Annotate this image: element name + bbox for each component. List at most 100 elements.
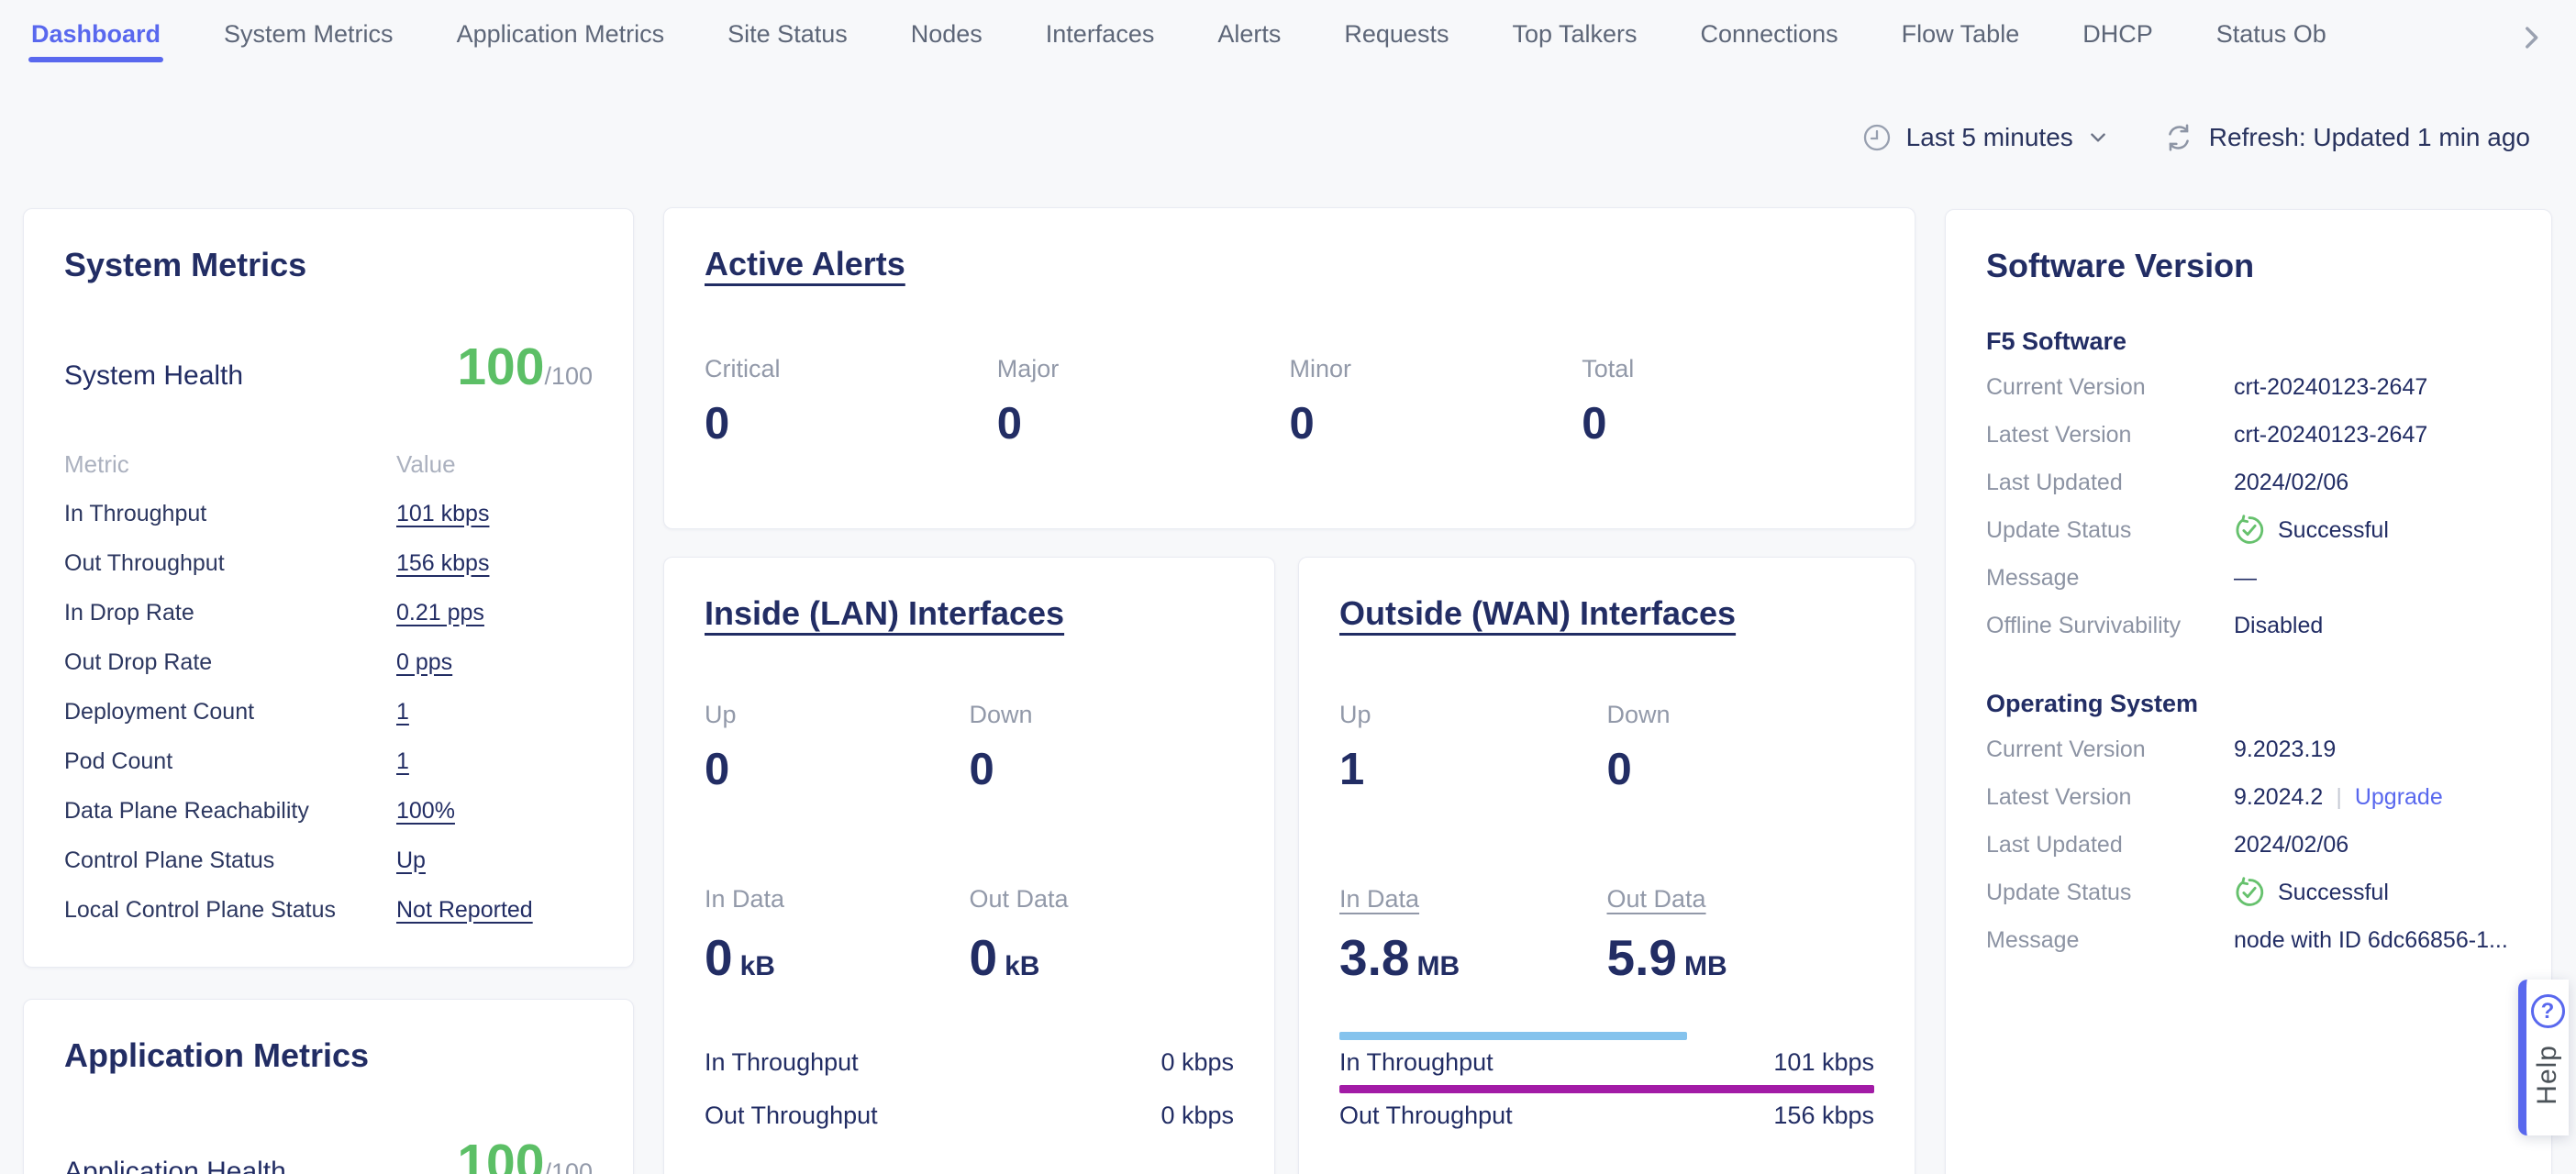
upgrade-link[interactable]: Upgrade: [2355, 784, 2443, 811]
tab-system-metrics[interactable]: System Metrics: [224, 18, 394, 50]
row-label: Current Version: [1986, 374, 2234, 401]
table-row: Local Control Plane Status Not Reported: [64, 885, 593, 935]
nav-scroll-right-button[interactable]: [2515, 22, 2547, 53]
tab-dashboard[interactable]: Dashboard: [31, 18, 161, 50]
lan-out-data-stat: Out Data 0kB: [970, 885, 1235, 986]
tab-alerts[interactable]: Alerts: [1217, 18, 1281, 50]
top-nav: Dashboard System Metrics Application Met…: [0, 0, 2576, 61]
out-throughput-bar-track: [1339, 1085, 1874, 1093]
metric-value-link[interactable]: 0.21 pps: [396, 600, 593, 626]
in-data-link[interactable]: In Data: [1339, 885, 1419, 913]
alert-stat-major: Major 0: [997, 355, 1290, 449]
stat-value: 0: [705, 746, 970, 795]
row-label: Update Status: [1986, 517, 2234, 544]
stat-value: 3.8MB: [1339, 930, 1607, 986]
tab-interfaces[interactable]: Interfaces: [1046, 18, 1155, 50]
table-row: Out Drop Rate 0 pps: [64, 637, 593, 687]
in-throughput-bar-track: [1339, 1032, 1874, 1040]
stat-value: 0kB: [705, 930, 970, 986]
active-alerts-title-link[interactable]: Active Alerts: [705, 243, 905, 285]
sw-row-latest-version: Latest Version crt-20240123-2647: [1986, 411, 2511, 459]
table-row: Deployment Count 1: [64, 687, 593, 737]
time-range-value: Last 5 minutes: [1906, 123, 2073, 152]
tab-requests[interactable]: Requests: [1344, 18, 1449, 50]
stat-label: Critical: [705, 355, 997, 383]
system-health-suffix: /100: [544, 362, 593, 390]
tab-site-status[interactable]: Site Status: [727, 18, 848, 50]
sw-row-message: Message —: [1986, 554, 2511, 602]
metric-label: Local Control Plane Status: [64, 897, 396, 924]
metric-label: Pod Count: [64, 748, 396, 775]
application-health-score: 100/100: [457, 1137, 593, 1174]
metric-value-link[interactable]: 0 pps: [396, 649, 593, 676]
lan-out-throughput-row: Out Throughput 0 kbps: [705, 1085, 1234, 1130]
row-label: Message: [1986, 927, 2234, 954]
tab-application-metrics[interactable]: Application Metrics: [457, 18, 665, 50]
data-number: 5.9: [1607, 929, 1677, 986]
metric-value-link[interactable]: 156 kbps: [396, 550, 593, 577]
refresh-icon: [2163, 122, 2194, 153]
alert-stats-row: Critical 0 Major 0 Minor 0 Total 0: [705, 355, 1874, 449]
system-health-score: 100/100: [457, 341, 593, 393]
success-refresh-icon: [2234, 877, 2265, 908]
help-tab[interactable]: ? Help: [2518, 980, 2569, 1135]
metric-label: In Drop Rate: [64, 600, 396, 626]
out-data-link[interactable]: Out Data: [1607, 885, 1706, 913]
throughput-value: 156 kbps: [1773, 1102, 1874, 1130]
row-value: node with ID 6dc66856-1...: [2234, 927, 2511, 954]
row-label: Last Updated: [1986, 832, 2234, 858]
table-row: In Drop Rate 0.21 pps: [64, 588, 593, 637]
success-refresh-icon: [2234, 515, 2265, 546]
tab-connections[interactable]: Connections: [1701, 18, 1838, 50]
refresh-status-text: Refresh: Updated 1 min ago: [2209, 123, 2530, 152]
metric-value-link[interactable]: 100%: [396, 798, 593, 825]
data-number: 3.8: [1339, 929, 1409, 986]
stat-value: 0: [1607, 746, 1875, 795]
stat-value: 0: [1290, 400, 1582, 449]
wan-in-throughput-row: In Throughput 101 kbps: [1339, 1032, 1874, 1077]
row-value: crt-20240123-2647: [2234, 374, 2511, 401]
wan-out-data-stat: Out Data 5.9MB: [1607, 885, 1875, 986]
chevron-right-icon: [2515, 22, 2547, 53]
stat-label: Minor: [1290, 355, 1582, 383]
tab-dhcp[interactable]: DHCP: [2082, 18, 2153, 50]
wan-interfaces-title-link[interactable]: Outside (WAN) Interfaces: [1339, 593, 1736, 635]
tab-flow-table[interactable]: Flow Table: [1902, 18, 2020, 50]
status-text: Successful: [2278, 880, 2389, 906]
metric-value-link[interactable]: 1: [396, 748, 593, 775]
row-label: Last Updated: [1986, 470, 2234, 496]
refresh-button[interactable]: Refresh: Updated 1 min ago: [2163, 122, 2530, 153]
tab-status-objects[interactable]: Status Ob: [2216, 18, 2326, 50]
application-health-label: Application Health: [64, 1157, 286, 1174]
metric-value-link[interactable]: Not Reported: [396, 897, 593, 924]
data-unit: MB: [1416, 951, 1460, 981]
metric-value-link[interactable]: 1: [396, 699, 593, 725]
row-value: 9.2024.2: [2234, 784, 2323, 811]
alert-stat-total: Total 0: [1582, 355, 1874, 449]
application-health-row: Application Health 100/100: [64, 1137, 593, 1174]
alert-stat-minor: Minor 0: [1290, 355, 1582, 449]
application-health-suffix: /100: [544, 1158, 593, 1174]
wan-out-throughput-row: Out Throughput 156 kbps: [1339, 1085, 1874, 1130]
throughput-value: 101 kbps: [1773, 1048, 1874, 1077]
metric-label: Out Throughput: [64, 550, 396, 577]
row-label: Offline Survivability: [1986, 613, 2234, 639]
table-row: In Throughput 101 kbps: [64, 489, 593, 538]
metric-label: Control Plane Status: [64, 847, 396, 874]
system-health-label: System Health: [64, 360, 243, 392]
metric-value-link[interactable]: Up: [396, 847, 593, 874]
data-number: 0: [970, 929, 998, 986]
tab-nodes[interactable]: Nodes: [911, 18, 983, 50]
metric-value-link[interactable]: 101 kbps: [396, 501, 593, 527]
lan-interfaces-title-link[interactable]: Inside (LAN) Interfaces: [705, 593, 1064, 635]
data-number: 0: [705, 929, 733, 986]
system-metrics-table: Metric Value In Throughput 101 kbps Out …: [64, 439, 593, 935]
f5-software-heading: F5 Software: [1986, 327, 2511, 356]
data-unit: kB: [1005, 951, 1039, 981]
stat-label: Up: [705, 701, 970, 729]
time-range-select[interactable]: Last 5 minutes: [1862, 123, 2108, 152]
value-column-header: Value: [396, 450, 593, 479]
tab-top-talkers[interactable]: Top Talkers: [1512, 18, 1637, 50]
application-metrics-card: Application Metrics Application Health 1…: [23, 999, 634, 1174]
lan-updown-row: Up 0 Down 0: [705, 701, 1234, 795]
